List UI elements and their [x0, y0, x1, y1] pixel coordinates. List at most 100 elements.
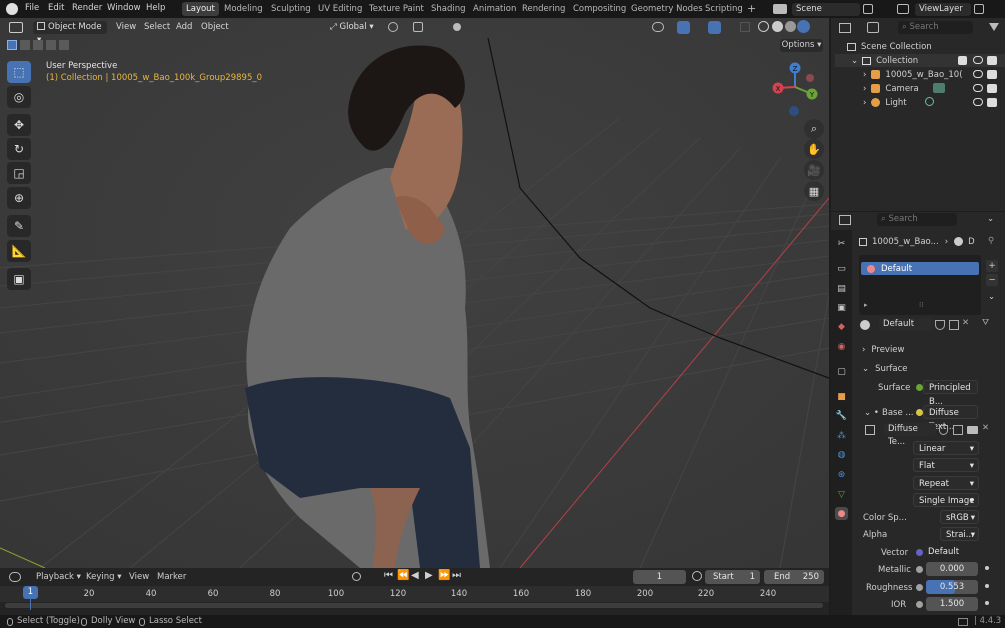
- properties-type-icon[interactable]: [839, 215, 851, 225]
- new-view-layer-icon[interactable]: [974, 4, 984, 14]
- next-keyframe-icon[interactable]: ⏩: [438, 570, 450, 581]
- surface-shader-dropdown[interactable]: Principled B...: [923, 380, 978, 407]
- fake-user-icon[interactable]: [935, 320, 945, 330]
- tab-modeling[interactable]: Modeling: [220, 2, 267, 16]
- outliner-item-camera[interactable]: › Camera: [863, 82, 919, 95]
- clock-icon[interactable]: [692, 571, 702, 581]
- world-tab-icon[interactable]: ◉: [835, 340, 848, 353]
- select-extend-icon[interactable]: [20, 40, 30, 50]
- camera-view-icon[interactable]: 🎥: [804, 160, 824, 180]
- camera-visibility-icon[interactable]: [973, 84, 983, 92]
- snap-icon[interactable]: [413, 22, 423, 32]
- tab-layout[interactable]: Layout: [182, 2, 219, 16]
- tab-geometry-nodes[interactable]: Geometry Nodes: [627, 2, 707, 16]
- mesh-render-icon[interactable]: [987, 70, 997, 79]
- slot-specials-icon[interactable]: ⌄: [988, 292, 995, 302]
- tab-animation[interactable]: Animation: [469, 2, 520, 16]
- tab-scripting[interactable]: Scripting: [701, 2, 747, 16]
- select-tool-icon[interactable]: ⬚: [7, 61, 31, 83]
- material-shading-icon[interactable]: [785, 21, 796, 32]
- gizmo-toggle-icon[interactable]: [677, 21, 690, 34]
- unlink-material-icon[interactable]: ✕: [962, 318, 969, 328]
- section-surface[interactable]: ⌄ Surface: [862, 362, 908, 375]
- outliner-type-icon[interactable]: [839, 23, 851, 33]
- measure-tool-icon[interactable]: 📐: [7, 240, 31, 262]
- gizmo-neg-z[interactable]: [789, 106, 799, 116]
- play-icon[interactable]: ▶: [425, 570, 433, 581]
- jump-end-icon[interactable]: ⏭: [452, 570, 461, 581]
- blender-logo-icon[interactable]: [6, 3, 18, 15]
- pan-hand-icon[interactable]: ✋: [804, 139, 824, 159]
- alpha-dropdown[interactable]: Strai... ▾: [940, 527, 979, 541]
- tool-tab-icon[interactable]: ✂: [835, 237, 848, 250]
- select-invert-icon[interactable]: [46, 40, 56, 50]
- material-slot-list[interactable]: Default ▸ ⁞⁞: [859, 255, 981, 315]
- metallic-slider[interactable]: 0.000: [926, 562, 978, 576]
- image-browse-icon[interactable]: [865, 425, 875, 435]
- menu-edit[interactable]: Edit: [48, 3, 64, 13]
- add-workspace-button[interactable]: +: [743, 2, 760, 16]
- pin-icon[interactable]: ⚲: [988, 236, 994, 246]
- menu-object[interactable]: Object: [201, 21, 229, 34]
- visibility-icon[interactable]: [652, 22, 664, 32]
- menu-add[interactable]: Add: [176, 21, 192, 34]
- 3d-viewport[interactable]: [0, 18, 829, 568]
- transform-orientation-dropdown[interactable]: ⤢ Global ▾: [330, 21, 380, 34]
- render-tab-icon[interactable]: ▭: [835, 262, 848, 275]
- gizmo-neg-x[interactable]: [806, 74, 814, 82]
- timeline-scrollbar[interactable]: [5, 603, 823, 608]
- menu-select[interactable]: Select: [144, 21, 170, 34]
- source-dropdown[interactable]: Single Image ▾: [913, 493, 979, 507]
- modifier-tab-icon[interactable]: 🔧: [835, 409, 848, 422]
- light-visibility-icon[interactable]: [973, 98, 983, 106]
- annotate-tool-icon[interactable]: ✎: [7, 215, 31, 237]
- filter-icon[interactable]: [989, 23, 999, 31]
- collection-checkbox[interactable]: [958, 56, 967, 65]
- projection-dropdown[interactable]: Flat ▾: [913, 458, 979, 472]
- menu-window[interactable]: Window: [107, 3, 141, 13]
- scene-selector[interactable]: Scene: [792, 3, 860, 16]
- outliner-item-mesh[interactable]: › 10005_w_Bao_10(: [863, 68, 963, 81]
- select-box-icon[interactable]: [7, 40, 17, 50]
- select-subtract-icon[interactable]: [33, 40, 43, 50]
- tab-uv-editing[interactable]: UV Editing: [314, 2, 366, 16]
- material-name-field[interactable]: Default: [879, 318, 933, 331]
- menu-timeline-view[interactable]: View: [129, 572, 149, 582]
- roughness-slider[interactable]: 0.553: [926, 580, 978, 594]
- new-scene-icon[interactable]: [863, 4, 873, 14]
- tab-texture-paint[interactable]: Texture Paint: [365, 2, 428, 16]
- keyframe-dot-icon[interactable]: [985, 601, 989, 605]
- menu-render[interactable]: Render: [72, 3, 102, 13]
- ior-field[interactable]: 1.500: [926, 597, 978, 611]
- editor-type-icon[interactable]: [9, 22, 23, 33]
- tab-shading[interactable]: Shading: [427, 2, 470, 16]
- view-layer-icon[interactable]: [897, 4, 909, 14]
- vector-field[interactable]: Default: [923, 545, 978, 559]
- current-frame-field[interactable]: 1: [633, 570, 686, 584]
- scale-tool-icon[interactable]: ◲: [7, 162, 31, 184]
- pivot-icon[interactable]: [388, 22, 398, 32]
- collection-tab-icon[interactable]: ▢: [835, 365, 848, 378]
- display-mode-icon[interactable]: [867, 22, 879, 33]
- remove-slot-button[interactable]: −: [986, 274, 998, 286]
- menu-playback[interactable]: Playback ▾: [36, 572, 81, 582]
- prev-keyframe-icon[interactable]: ⏪: [397, 570, 409, 581]
- material-browse-icon[interactable]: [860, 320, 870, 330]
- data-tab-icon[interactable]: ▽: [835, 488, 848, 501]
- solid-shading-icon[interactable]: [772, 21, 783, 32]
- interpolation-dropdown[interactable]: Linear ▾: [913, 441, 979, 455]
- duplicate-material-icon[interactable]: [949, 320, 959, 330]
- overlay-toggle-icon[interactable]: [708, 21, 721, 34]
- play-reverse-icon[interactable]: ◀: [411, 570, 419, 581]
- link-filter-icon[interactable]: ⛛: [982, 318, 989, 328]
- move-tool-icon[interactable]: ✥: [7, 114, 31, 136]
- material-tab-icon[interactable]: ●: [835, 507, 848, 520]
- view-layer-tab-icon[interactable]: ▣: [835, 301, 848, 314]
- base-color-dropdown[interactable]: Diffuse Text...: [923, 405, 978, 432]
- rendered-shading-icon[interactable]: [797, 20, 810, 33]
- select-intersect-icon[interactable]: [59, 40, 69, 50]
- properties-search-input[interactable]: ⌕ Search: [877, 213, 957, 226]
- color-space-dropdown[interactable]: sRGB ▾: [940, 510, 979, 524]
- keyframe-dot-icon[interactable]: [985, 584, 989, 588]
- light-render-icon[interactable]: [987, 98, 997, 107]
